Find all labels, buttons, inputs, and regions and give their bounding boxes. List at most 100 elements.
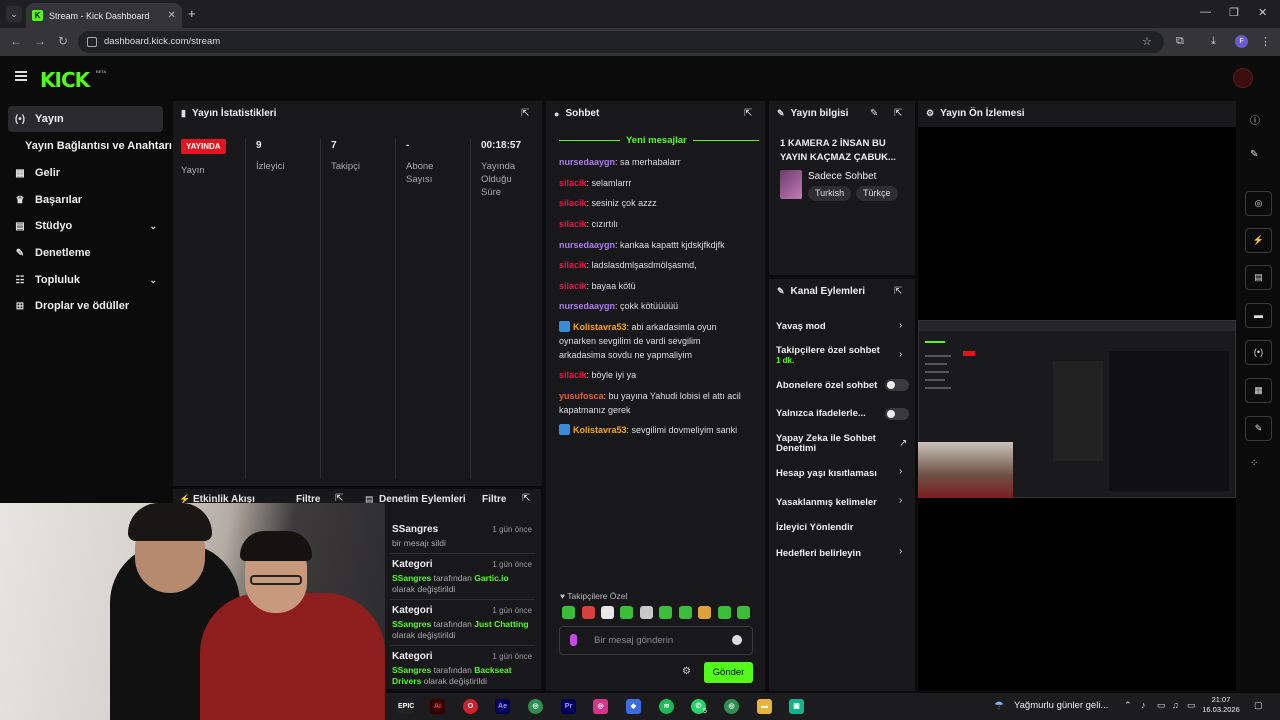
chat-username[interactable]: silacik bbox=[559, 370, 587, 380]
subscribers-only-toggle[interactable] bbox=[885, 379, 909, 391]
emote-icon[interactable] bbox=[562, 606, 575, 619]
edit-pencil-icon[interactable]: ✎ bbox=[870, 108, 878, 119]
chevron-right-icon[interactable]: › bbox=[899, 466, 902, 477]
banned-words-item[interactable]: Yasaklanmış kelimeler bbox=[776, 497, 877, 508]
sidebar-item-topluluk[interactable]: ☷ Topluluk ⌄ bbox=[8, 267, 163, 293]
restore-icon[interactable]: ❐ bbox=[1229, 6, 1239, 19]
chat-message[interactable]: Kolistavra53: sevgilimi dovmeliyim sanki bbox=[559, 423, 749, 437]
site-info-icon[interactable] bbox=[87, 37, 97, 47]
account-age-item[interactable]: Hesap yaşı kısıtlaması bbox=[776, 468, 877, 479]
popout-icon[interactable]: ⇱ bbox=[894, 286, 902, 297]
sidebar-item-yayin[interactable]: (•) Yayın bbox=[8, 106, 163, 132]
chrome-active-icon[interactable]: ◎ bbox=[724, 699, 739, 714]
emotes-only-toggle[interactable] bbox=[885, 408, 909, 420]
chat-username[interactable]: yusufosca bbox=[559, 391, 604, 401]
after-effects-icon[interactable]: Ae bbox=[495, 699, 510, 714]
minimize-icon[interactable]: — bbox=[1200, 6, 1211, 18]
emote-icon[interactable] bbox=[718, 606, 731, 619]
chat-username[interactable]: Kolistavra53 bbox=[573, 425, 627, 435]
back-icon[interactable]: ← bbox=[10, 34, 22, 48]
weather-text[interactable]: Yağmurlu günler geli... bbox=[1014, 700, 1108, 711]
category-thumbnail[interactable] bbox=[780, 170, 802, 199]
chat-message[interactable]: nursedaaygn: kankaa kapattt kjdskjfkdjfk bbox=[559, 238, 749, 252]
popout-icon[interactable]: ⇱ bbox=[744, 108, 752, 119]
illustrator-icon[interactable]: Ai bbox=[430, 699, 445, 714]
chevron-right-icon[interactable]: › bbox=[899, 349, 902, 360]
emote-icon[interactable] bbox=[737, 606, 750, 619]
emote-icon[interactable] bbox=[679, 606, 692, 619]
new-tab-button[interactable]: + bbox=[188, 6, 196, 21]
chevron-right-icon[interactable]: › bbox=[899, 495, 902, 506]
close-window-icon[interactable]: ✕ bbox=[1258, 6, 1267, 19]
emoji-picker-icon[interactable] bbox=[732, 635, 742, 645]
instagram-icon[interactable]: ◎ bbox=[593, 699, 608, 714]
chat-username[interactable]: silacik bbox=[559, 198, 587, 208]
lightning-icon[interactable]: ⚡ bbox=[1245, 228, 1272, 253]
tray-expand-icon[interactable]: ⌃ bbox=[1124, 700, 1132, 711]
sidebar-item-basarilar[interactable]: ♛ Başarılar bbox=[8, 187, 163, 213]
chat-message[interactable]: yusufosca: bu yayına Yahudi lobisi el at… bbox=[559, 389, 749, 417]
chat-username[interactable]: nursedaaygn bbox=[559, 240, 615, 250]
chat-username[interactable]: nursedaaygn bbox=[559, 157, 615, 167]
display-icon[interactable]: ▭ bbox=[1187, 700, 1196, 711]
user-avatar[interactable] bbox=[1233, 68, 1253, 88]
chat-username[interactable]: Kolistavra53 bbox=[573, 322, 627, 332]
sidebar-item-denetleme[interactable]: ✎ Denetleme bbox=[8, 240, 163, 266]
chevron-right-icon[interactable]: › bbox=[899, 320, 902, 331]
ai-moderation-item[interactable]: Yapay Zeka ile Sohbet Denetimi bbox=[776, 434, 886, 454]
browser-tab[interactable]: K Stream - Kick Dashboard ✕ bbox=[26, 3, 182, 28]
emote-icon[interactable] bbox=[601, 606, 614, 619]
network-icon[interactable]: ▭ bbox=[1157, 700, 1166, 711]
chat-message[interactable]: silacik: cızırtılı bbox=[559, 217, 749, 231]
copilot-icon[interactable]: ◆ bbox=[626, 699, 641, 714]
notifications-icon[interactable]: ▢ bbox=[1254, 700, 1263, 711]
sidebar-item-droplar[interactable]: ⊞ Droplar ve ödüller bbox=[8, 293, 163, 319]
chat-username[interactable]: silacik bbox=[559, 260, 587, 270]
raid-item[interactable]: İzleyici Yönlendir bbox=[776, 522, 853, 533]
broadcast-icon[interactable]: (•) bbox=[1245, 340, 1272, 365]
goals-item[interactable]: Hedefleri belirleyin bbox=[776, 548, 861, 559]
bookmark-star-icon[interactable]: ☆ bbox=[1142, 35, 1152, 48]
microphone-icon[interactable]: ♪ bbox=[1141, 700, 1146, 710]
more-dots-icon[interactable]: ⁘ bbox=[1250, 458, 1258, 469]
external-link-icon[interactable]: ↗ bbox=[899, 438, 907, 449]
clipboard-icon[interactable]: ▤ bbox=[1245, 265, 1272, 290]
chat-message[interactable]: nursedaaygn: sa merhabalarr bbox=[559, 155, 749, 169]
chat-username[interactable]: silacik bbox=[559, 178, 587, 188]
app-icon[interactable]: ▣ bbox=[789, 699, 804, 714]
emote-icon[interactable] bbox=[659, 606, 672, 619]
browser-menu-icon[interactable]: ⋮ bbox=[1260, 35, 1271, 48]
chat-bubble-icon[interactable]: ▬ bbox=[1245, 303, 1272, 328]
camera-scan-icon[interactable]: ◎ bbox=[1245, 191, 1272, 216]
extensions-icon[interactable]: ⧉ bbox=[1176, 35, 1184, 48]
reload-icon[interactable]: ↻ bbox=[58, 34, 68, 48]
sidebar-item-gelir[interactable]: ▦ Gelir bbox=[8, 160, 163, 186]
info-icon[interactable]: ⓘ bbox=[1250, 112, 1260, 127]
chat-settings-gear-icon[interactable]: ⚙ bbox=[682, 666, 691, 677]
layout-icon[interactable]: ▦ bbox=[1245, 378, 1272, 403]
pencil-icon[interactable]: ✎ bbox=[1250, 149, 1258, 160]
sidebar-item-stream-key[interactable]: Yayın Bağlantısı ve Anahtarı bbox=[20, 133, 175, 159]
popout-icon[interactable]: ⇱ bbox=[522, 493, 530, 504]
followers-only-item[interactable]: Takipçilere özel sohbet 1 dk. bbox=[776, 345, 880, 365]
menu-icon[interactable] bbox=[15, 71, 27, 81]
file-explorer-icon[interactable]: ▬ bbox=[757, 699, 772, 714]
chat-message[interactable]: silacik: ladslasdmlşasdmölşasmd, bbox=[559, 258, 749, 272]
emote-icon[interactable] bbox=[582, 606, 595, 619]
profile-avatar[interactable]: F bbox=[1235, 35, 1248, 48]
volume-icon[interactable]: ♫ bbox=[1172, 700, 1179, 710]
downloads-icon[interactable]: ⤓ bbox=[1211, 35, 1216, 48]
stream-category[interactable]: Sadece Sohbet bbox=[808, 171, 876, 182]
kick-logo[interactable]: KICK bbox=[40, 68, 90, 92]
chat-message[interactable]: silacik: böyle iyi ya bbox=[559, 368, 749, 382]
epic-games-icon[interactable]: EPIC bbox=[398, 699, 414, 714]
chat-message[interactable]: silacik: sesiniz çok azzz bbox=[559, 196, 749, 210]
premiere-icon[interactable]: Pr bbox=[561, 699, 576, 714]
tab-list-button[interactable]: ⌄ bbox=[6, 6, 22, 22]
slow-mode-item[interactable]: Yavaş mod bbox=[776, 321, 826, 332]
chat-message[interactable]: silacik: bayaa kötü bbox=[559, 279, 749, 293]
chat-username[interactable]: silacik bbox=[559, 281, 587, 291]
microphone-icon[interactable] bbox=[570, 634, 577, 646]
emote-icon[interactable] bbox=[620, 606, 633, 619]
chrome-icon[interactable]: ◎ bbox=[528, 699, 543, 714]
